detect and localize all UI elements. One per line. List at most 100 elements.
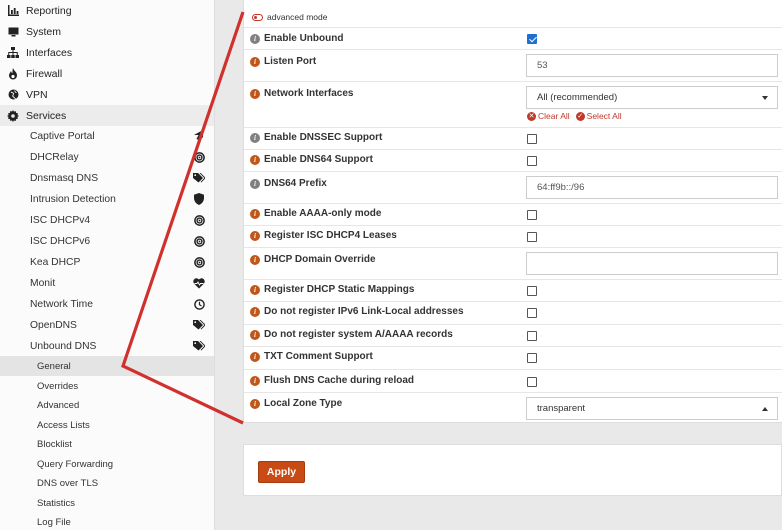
info-icon[interactable]: i [250, 33, 260, 44]
pointer-icon [193, 130, 205, 142]
sidebar-item-label: VPN [26, 88, 48, 101]
label-enable-unbound: i Enable Unbound [250, 33, 343, 44]
sidebar-item-captive-portal[interactable]: Captive Portal [0, 126, 214, 147]
sidebar-item-label: Unbound DNS [30, 341, 97, 352]
bullseye-icon [193, 214, 205, 226]
sidebar-item-label: Interfaces [26, 46, 73, 59]
network-interfaces-select[interactable]: All (recommended) [526, 86, 778, 109]
bullseye-icon [193, 151, 205, 163]
apply-button[interactable]: Apply [258, 461, 305, 483]
sidebar-item-dnsmasq-dns[interactable]: Dnsmasq DNS [0, 168, 214, 189]
txt-comment-support-checkbox[interactable] [527, 353, 537, 363]
tags-icon [193, 340, 205, 352]
sidebar-item-dhcrelay[interactable]: DHCRelay [0, 147, 214, 168]
label-listen-port: i Listen Port [250, 56, 316, 67]
sidebar-item-dns-over-tls[interactable]: DNS over TLS [0, 473, 214, 493]
no-register-ipv6-ll-checkbox[interactable] [527, 308, 537, 318]
dns64-prefix-input[interactable]: 64:ff9b::/96 [526, 176, 778, 199]
select-all-link[interactable]: Select All [587, 111, 622, 121]
sidebar-item-system[interactable]: System [0, 21, 214, 42]
advanced-mode-toggle[interactable]: advanced mode [244, 9, 328, 25]
sidebar-item-query-forwarding[interactable]: Query Forwarding [0, 454, 214, 474]
sidebar-item-kea-dhcp[interactable]: Kea DHCP [0, 252, 214, 273]
row-dns64-prefix: i DNS64 Prefix 64:ff9b::/96 [244, 171, 782, 203]
sidebar-item-label: Overrides [37, 380, 79, 392]
tags-icon [193, 319, 205, 331]
sidebar-item-services[interactable]: Services [0, 105, 214, 126]
sidebar-item-reporting[interactable]: Reporting [0, 0, 214, 21]
dhcp-domain-override-input[interactable] [526, 252, 778, 275]
label-dhcp-domain-override: i DHCP Domain Override [250, 254, 376, 265]
info-icon[interactable]: i [250, 254, 260, 265]
select-value: transparent [537, 403, 586, 414]
label-enable-dns64: i Enable DNS64 Support [250, 154, 373, 165]
info-icon[interactable]: i [250, 208, 260, 219]
info-icon[interactable]: i [250, 178, 260, 189]
sidebar-item-label: DHCRelay [30, 152, 79, 163]
row-enable-dns64: i Enable DNS64 Support [244, 149, 782, 171]
chevron-down-icon [762, 96, 768, 100]
label-flush-dns-cache: i Flush DNS Cache during reload [250, 375, 414, 386]
label-network-interfaces: i Network Interfaces [250, 88, 353, 99]
local-zone-type-select[interactable]: transparent [526, 397, 778, 420]
sidebar-item-label: Network Time [30, 299, 93, 310]
info-icon[interactable]: i [250, 329, 260, 340]
info-icon[interactable]: i [250, 132, 260, 143]
sidebar-item-label: Reporting [26, 4, 72, 17]
info-icon[interactable]: i [250, 306, 260, 317]
sidebar-item-interfaces[interactable]: Interfaces [0, 42, 214, 63]
info-icon[interactable]: i [250, 284, 260, 295]
sidebar-item-overrides[interactable]: Overrides [0, 376, 214, 396]
row-enable-aaaa-only: i Enable AAAA-only mode [244, 203, 782, 225]
register-isc-dhcp4-checkbox[interactable] [527, 232, 537, 242]
enable-aaaa-only-checkbox[interactable] [527, 210, 537, 220]
sidebar-item-vpn[interactable]: VPN [0, 84, 214, 105]
sidebar-item-firewall[interactable]: Firewall [0, 63, 214, 84]
label-text: Network Interfaces [264, 88, 354, 99]
sidebar-item-unbound-dns[interactable]: Unbound DNS [0, 336, 214, 357]
sidebar-item-blocklist[interactable]: Blocklist [0, 434, 214, 454]
clear-icon: ✕ [527, 111, 536, 121]
info-icon[interactable]: i [250, 351, 260, 362]
chevron-up-icon [762, 407, 768, 411]
register-dhcp-static-checkbox[interactable] [527, 286, 537, 296]
info-icon[interactable]: i [250, 154, 260, 165]
sidebar-item-statistics[interactable]: Statistics [0, 493, 214, 513]
sidebar-item-label: Monit [30, 278, 56, 289]
info-icon[interactable]: i [250, 230, 260, 241]
clear-all-link[interactable]: Clear All [538, 111, 570, 121]
listen-port-input[interactable]: 53 [526, 54, 778, 77]
sidebar-item-opendns[interactable]: OpenDNS [0, 315, 214, 336]
sidebar-item-network-time[interactable]: Network Time [0, 294, 214, 315]
flush-dns-cache-checkbox[interactable] [527, 377, 537, 387]
select-value: All (recommended) [537, 92, 618, 103]
row-register-isc-dhcp4: i Register ISC DHCP4 Leases [244, 225, 782, 247]
heartbeat-icon [193, 277, 205, 289]
sidebar-item-advanced[interactable]: Advanced [0, 395, 214, 415]
enable-dnssec-checkbox[interactable] [527, 134, 537, 144]
info-icon[interactable]: i [250, 56, 260, 67]
gear-icon [7, 109, 19, 122]
sidebar-item-isc-dhcpv4[interactable]: ISC DHCPv4 [0, 210, 214, 231]
sidebar-item-general[interactable]: General [0, 356, 214, 376]
monitor-icon [7, 26, 19, 38]
info-icon[interactable]: i [250, 88, 260, 99]
sidebar-item-intrusion-detection[interactable]: Intrusion Detection [0, 189, 214, 210]
label-text: Register DHCP Static Mappings [264, 284, 415, 295]
enable-unbound-checkbox[interactable] [527, 34, 537, 44]
bar-chart-icon [7, 5, 19, 17]
sidebar-item-label: Dnsmasq DNS [30, 173, 99, 184]
sidebar-item-monit[interactable]: Monit [0, 273, 214, 294]
sidebar-item-label: Services [26, 109, 67, 122]
sidebar-item-label: Captive Portal [30, 131, 95, 142]
sidebar-item-access-lists[interactable]: Access Lists [0, 415, 214, 435]
sidebar-item-label: Advanced [37, 399, 80, 411]
info-icon[interactable]: i [250, 375, 260, 386]
row-no-register-system-a: i Do not register system A/AAAA records [244, 324, 782, 346]
label-text: Do not register IPv6 Link-Local addresse… [264, 306, 464, 317]
enable-dns64-checkbox[interactable] [527, 156, 537, 166]
no-register-system-a-checkbox[interactable] [527, 331, 537, 341]
info-icon[interactable]: i [250, 398, 260, 409]
sidebar-item-isc-dhcpv6[interactable]: ISC DHCPv6 [0, 231, 214, 252]
sidebar-item-log-file[interactable]: Log File [0, 512, 214, 530]
